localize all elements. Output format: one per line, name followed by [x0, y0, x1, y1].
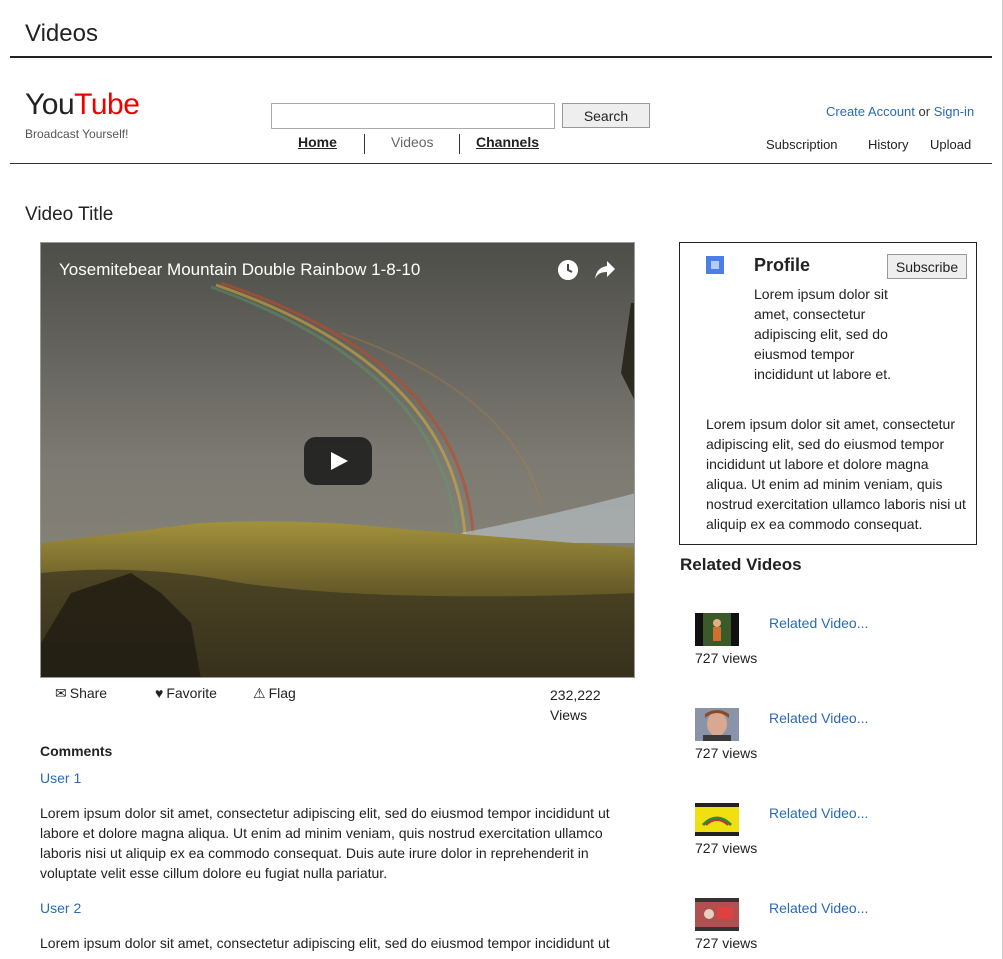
account-or: or: [918, 104, 931, 119]
sign-in-link[interactable]: Sign-in: [934, 104, 974, 119]
share-action[interactable]: ✉ Share: [55, 685, 107, 702]
search-button[interactable]: Search: [562, 103, 650, 128]
watch-later-icon[interactable]: [558, 260, 578, 280]
subscribe-button[interactable]: Subscribe: [887, 254, 967, 279]
share-arrow-icon[interactable]: [593, 259, 617, 281]
comment-user-link[interactable]: User 1: [40, 770, 81, 786]
flag-label: Flag: [268, 685, 296, 701]
tagline: Broadcast Yourself!: [25, 127, 129, 141]
related-video-link[interactable]: Related Video...: [769, 615, 868, 631]
flag-action[interactable]: ⚠ Flag: [253, 685, 296, 702]
page-header: Videos: [10, 0, 992, 58]
video-player[interactable]: Yosemitebear Mountain Double Rainbow 1-8…: [40, 242, 635, 678]
related-video-views: 727 views: [695, 745, 758, 761]
warning-icon: ⚠: [253, 685, 266, 701]
player-video-title: Yosemitebear Mountain Double Rainbow 1-8…: [59, 260, 421, 279]
related-video-link[interactable]: Related Video...: [769, 900, 868, 916]
create-account-link[interactable]: Create Account: [826, 104, 915, 119]
related-videos-heading: Related Videos: [680, 555, 802, 574]
nav-channels[interactable]: Channels: [476, 134, 539, 155]
nav-divider: [459, 134, 460, 154]
profile-title: Profile: [754, 255, 811, 275]
comment-text: Lorem ipsum dolor sit amet, consectetur …: [40, 935, 610, 951]
search-input[interactable]: [271, 103, 555, 129]
page-title: Videos: [25, 20, 98, 47]
history-link[interactable]: History: [868, 137, 908, 152]
profile-card: Profile Subscribe Lorem ipsum dolor sit …: [679, 242, 977, 545]
related-video-link[interactable]: Related Video...: [769, 805, 868, 821]
profile-description: Lorem ipsum dolor sit amet, consectetur …: [706, 416, 966, 532]
video-views: 232,222 Views: [550, 685, 601, 725]
views-label: Views: [550, 707, 588, 723]
related-video-thumbnail[interactable]: [695, 898, 739, 931]
subscription-link[interactable]: Subscription: [766, 137, 838, 152]
comment-user-link[interactable]: User 2: [40, 900, 81, 916]
logo-tube: Tube: [74, 88, 140, 121]
header-divider: [10, 163, 992, 164]
related-video-thumbnail[interactable]: [695, 803, 739, 836]
favorite-action[interactable]: ♥ Favorite: [155, 685, 217, 701]
related-video-thumbnail[interactable]: [695, 708, 739, 741]
play-button[interactable]: [304, 437, 372, 485]
related-video-link[interactable]: Related Video...: [769, 710, 868, 726]
comment-text: Lorem ipsum dolor sit amet, consectetur …: [40, 805, 610, 881]
logo-you: You: [25, 88, 75, 121]
nav-videos[interactable]: Videos: [391, 134, 434, 155]
upload-link[interactable]: Upload: [930, 137, 971, 152]
related-video-views: 727 views: [695, 840, 758, 856]
youtube-logo[interactable]: YouTube: [25, 88, 140, 122]
profile-short-description: Lorem ipsum dolor sit amet, consectetur …: [754, 286, 891, 382]
heart-icon: ♥: [155, 685, 164, 701]
favorite-label: Favorite: [166, 685, 217, 701]
nav-home[interactable]: Home: [298, 134, 337, 155]
nav-divider: [364, 134, 365, 154]
envelope-icon: ✉: [55, 685, 67, 701]
comments-heading: Comments: [40, 743, 113, 759]
profile-avatar[interactable]: [706, 256, 724, 274]
related-video-thumbnail[interactable]: [695, 613, 739, 646]
account-links: Create Account or Sign-in: [826, 104, 974, 119]
views-number: 232,222: [550, 687, 601, 703]
share-label: Share: [69, 685, 108, 701]
related-video-views: 727 views: [695, 935, 758, 951]
video-section-title: Video Title: [25, 204, 114, 225]
related-video-views: 727 views: [695, 650, 758, 666]
